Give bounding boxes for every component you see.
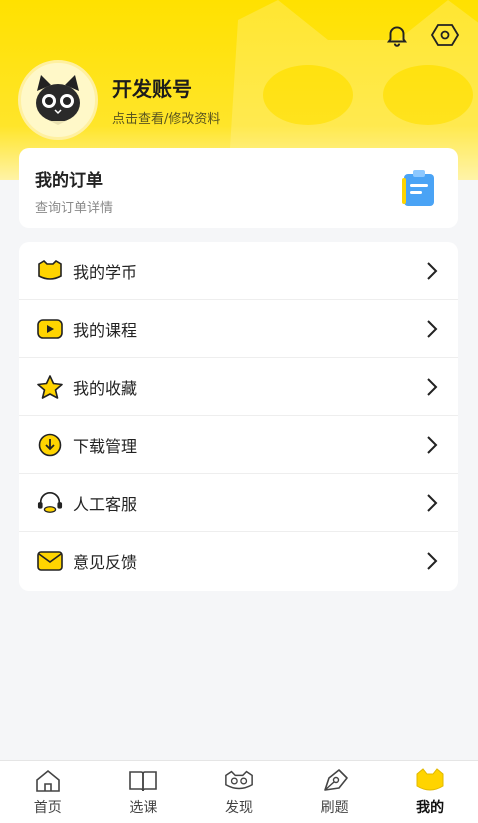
star-icon — [37, 374, 63, 400]
menu-item-courses[interactable]: 我的课程 — [19, 300, 458, 358]
tab-mine[interactable]: 我的 — [382, 761, 478, 823]
download-icon — [37, 432, 63, 458]
play-icon — [37, 316, 63, 342]
tab-discover[interactable]: 发现 — [191, 761, 287, 823]
tab-label: 发现 — [224, 799, 253, 816]
bottom-tab-bar: 首页 选课 发现 刷题 我的 — [0, 760, 478, 823]
cat-icon — [415, 767, 445, 794]
menu-label: 人工客服 — [73, 494, 138, 514]
book-icon — [128, 768, 158, 794]
tab-label: 首页 — [33, 799, 62, 816]
bell-icon[interactable] — [382, 20, 412, 50]
chevron-right-icon — [427, 377, 438, 396]
home-icon — [33, 768, 63, 794]
cat-avatar-icon — [36, 75, 80, 125]
menu-item-coins[interactable]: 我的学币 — [19, 242, 458, 300]
profile-block[interactable]: 开发账号 点击查看/修改资料 — [18, 60, 220, 140]
chevron-right-icon — [427, 493, 438, 512]
chevron-right-icon — [427, 319, 438, 338]
menu-label: 意见反馈 — [73, 553, 138, 572]
profile-edit-hint: 点击查看/修改资料 — [112, 112, 221, 127]
my-orders-card[interactable]: 我的订单 查询订单详情 — [19, 148, 458, 228]
headset-icon — [37, 490, 63, 516]
settings-hex-icon[interactable] — [430, 20, 460, 50]
tab-label: 选课 — [129, 799, 158, 816]
tab-label: 刷题 — [320, 799, 349, 816]
menu-list: 我的学币 我的课程 我的收藏 下载管理 人工客服 意见反馈 — [19, 242, 458, 591]
menu-label: 我的收藏 — [73, 378, 138, 398]
pen-icon — [320, 768, 350, 794]
avatar[interactable] — [18, 60, 98, 140]
username: 开发账号 — [112, 77, 192, 101]
menu-item-favorites[interactable]: 我的收藏 — [19, 358, 458, 416]
tab-label: 我的 — [416, 799, 445, 816]
menu-item-feedback[interactable]: 意见反馈 — [19, 532, 458, 590]
coin-icon — [37, 258, 63, 284]
mail-icon — [37, 548, 63, 574]
tab-practice[interactable]: 刷题 — [287, 761, 383, 823]
menu-label: 我的学币 — [73, 262, 138, 282]
chevron-right-icon — [427, 261, 438, 280]
menu-label: 下载管理 — [73, 436, 138, 456]
chevron-right-icon — [427, 552, 438, 570]
menu-item-downloads[interactable]: 下载管理 — [19, 416, 458, 474]
order-title: 我的订单 — [35, 171, 103, 191]
mask-icon — [224, 768, 254, 794]
tab-home[interactable]: 首页 — [0, 761, 96, 823]
clipboard-icon — [400, 168, 438, 212]
chevron-right-icon — [427, 435, 438, 454]
menu-label: 我的课程 — [73, 320, 138, 340]
order-subtitle: 查询订单详情 — [35, 201, 114, 216]
tab-courses[interactable]: 选课 — [96, 761, 192, 823]
menu-item-support[interactable]: 人工客服 — [19, 474, 458, 532]
